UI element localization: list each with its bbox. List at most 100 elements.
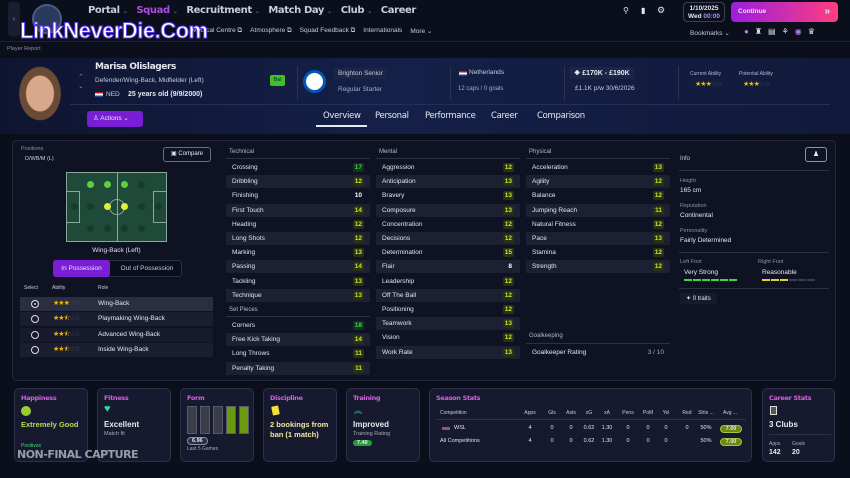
chat-icon[interactable]: ● xyxy=(744,27,749,36)
attribute-row[interactable]: Composure 13 xyxy=(376,203,520,217)
role-radio[interactable] xyxy=(31,345,39,354)
subnav-item[interactable]: Internationals xyxy=(363,27,402,35)
role-row[interactable]: ★★⯪☆☆ Playmaking Wing-Back xyxy=(20,312,213,327)
attribute-row[interactable]: Free Kick Taking 14 xyxy=(226,333,370,347)
attribute-row[interactable]: Finishing 10 xyxy=(226,189,370,202)
role-row[interactable]: ★★⯪☆☆ Inside Wing-Back xyxy=(20,342,213,357)
club-badge[interactable] xyxy=(303,70,326,93)
in-possession-tab[interactable]: In Possession xyxy=(53,260,110,277)
attribute-row[interactable]: Balance 12 xyxy=(526,189,670,202)
nationality[interactable]: Netherlands xyxy=(469,69,504,76)
attribute-row[interactable]: Dribbling 12 xyxy=(226,175,370,189)
attribute-row[interactable]: Agility 12 xyxy=(526,175,670,189)
info-person-button[interactable]: ♟ xyxy=(805,147,827,162)
next-player-arrow[interactable]: ⌄ xyxy=(78,82,84,90)
shirt-icon[interactable]: ♜ xyxy=(755,27,762,36)
attribute-row[interactable]: Aggression 12 xyxy=(376,161,520,174)
role-radio[interactable] xyxy=(31,330,39,339)
back-button[interactable]: ‹ xyxy=(8,2,20,36)
traits-button[interactable]: ✦ 0 traits xyxy=(680,293,717,304)
gear-icon[interactable]: ⚙ xyxy=(657,5,665,16)
role-row[interactable]: ★★⯪☆☆ Advanced Wing-Back xyxy=(20,327,213,342)
bookmark-icon[interactable]: ▮ xyxy=(641,6,645,15)
subnav-item[interactable]: Squad Feedback ⧉ xyxy=(300,27,356,35)
tab-overview[interactable]: Overview xyxy=(323,111,361,121)
attribute-row[interactable]: Determination 15 xyxy=(376,246,520,259)
attribute-row[interactable]: Stamina 12 xyxy=(526,246,670,259)
attribute-row[interactable]: Decisions 12 xyxy=(376,232,520,245)
more-dropdown[interactable]: More ⌄ xyxy=(410,27,432,35)
prev-player-arrow[interactable]: ⌃ xyxy=(78,73,84,81)
form-title: Form xyxy=(187,394,205,402)
right-foot-bar xyxy=(762,279,815,281)
discipline-card[interactable]: Discipline 2 bookings from ban (1 match) xyxy=(263,388,337,462)
tab-comparison[interactable]: Comparison xyxy=(537,111,585,121)
form-rating: 6.96 xyxy=(187,437,208,445)
attribute-row[interactable]: Natural Fitness 12 xyxy=(526,218,670,231)
foot-segment xyxy=(693,279,701,281)
attribute-row[interactable]: Long Shots 12 xyxy=(226,232,370,245)
competition-name[interactable]: WSL xyxy=(454,425,466,431)
attribute-row[interactable]: Tackling 13 xyxy=(226,275,370,288)
attribute-row[interactable]: Technique 13 xyxy=(226,288,370,302)
attribute-row[interactable]: Vision 12 xyxy=(376,331,520,344)
attribute-row[interactable]: Strength 12 xyxy=(526,260,670,274)
tab-personal[interactable]: Personal xyxy=(375,111,409,121)
trophy-icon[interactable]: ♛ xyxy=(808,27,815,36)
attribute-row[interactable]: Heading 12 xyxy=(226,218,370,231)
nav-career[interactable]: Career xyxy=(381,5,417,16)
attribute-row[interactable]: Work Rate 13 xyxy=(376,345,520,359)
attribute-row[interactable]: Off The Ball 12 xyxy=(376,288,520,302)
attribute-row[interactable]: First Touch 14 xyxy=(226,203,370,217)
bookmarks-dropdown[interactable]: Bookmarks ⌄ xyxy=(690,29,730,37)
attribute-row[interactable]: Positioning 12 xyxy=(376,303,520,316)
tab-career[interactable]: Career xyxy=(491,111,518,121)
season-stats-card[interactable]: Season Stats Competition Apps Gls Asts xG xA P… xyxy=(429,388,752,462)
nav-match-day[interactable]: Match Day ⌄ xyxy=(268,5,332,16)
role-radio[interactable] xyxy=(31,300,39,308)
info-divider-2 xyxy=(679,252,829,253)
goalkeeping-divider xyxy=(526,343,670,344)
main-nav: Portal ⌄ Squad ⌄ Recruitment ⌄ Match Day ⌄ Club ⌄… xyxy=(88,5,416,16)
clipboard-icon[interactable]: ▤ xyxy=(768,27,776,36)
attribute-row[interactable]: Crossing 17 xyxy=(226,161,370,174)
scout-icon[interactable]: ◉ xyxy=(795,27,802,36)
attribute-row[interactable]: Pace 13 xyxy=(526,232,670,245)
actions-button[interactable]: ♙ Actions ⌄ xyxy=(87,111,143,127)
attribute-row[interactable]: Penalty Taking 11 xyxy=(226,361,370,375)
nav-squad[interactable]: Squad ⌄ xyxy=(136,5,177,16)
club-name[interactable]: Brighton Senior xyxy=(334,68,387,79)
role-radio[interactable] xyxy=(31,315,39,324)
attribute-row[interactable]: Long Throws 11 xyxy=(226,347,370,360)
compare-button[interactable]: ▣ Compare xyxy=(163,147,211,162)
attribute-row[interactable]: Anticipation 13 xyxy=(376,175,520,189)
search-icon[interactable]: ⚲ xyxy=(623,6,629,15)
nav-recruitment[interactable]: Recruitment ⌄ xyxy=(186,5,259,16)
attribute-row[interactable]: Concentration 12 xyxy=(376,218,520,231)
form-card[interactable]: Form 6.96 Last 5 Games xyxy=(180,388,254,462)
attribute-row[interactable]: Corners 18 xyxy=(226,319,370,332)
nav-club[interactable]: Club ⌄ xyxy=(341,5,372,16)
attribute-row[interactable]: Teamwork 13 xyxy=(376,317,520,331)
attribute-row[interactable]: Marking 13 xyxy=(226,246,370,259)
attribute-row[interactable]: Leadership 12 xyxy=(376,275,520,288)
attribute-row[interactable]: Acceleration 13 xyxy=(526,161,670,174)
attribute-row[interactable]: Jumping Reach 11 xyxy=(526,203,670,217)
subnav-item[interactable]: Atmosphere ⧉ xyxy=(250,27,292,35)
nav-portal[interactable]: Portal ⌄ xyxy=(88,5,128,16)
out-of-possession-tab[interactable]: Out of Possession xyxy=(112,260,182,277)
date-box[interactable]: 1/10/2025 Wed 00:00 xyxy=(683,2,725,22)
attribute-row[interactable]: Bravery 13 xyxy=(376,189,520,202)
competition-name[interactable]: All Competitions xyxy=(440,438,480,444)
attribute-row[interactable]: Flair 8 xyxy=(376,260,520,274)
tag-icon: ❖ xyxy=(574,70,583,77)
tab-performance[interactable]: Performance xyxy=(425,111,476,121)
career-stats-card[interactable]: Career Stats 3 Clubs Apps 142 Goals 20 xyxy=(762,388,835,462)
season-header: Red xyxy=(682,410,692,416)
role-row[interactable]: ★★★☆☆ Wing-Back xyxy=(20,297,213,311)
attribute-value: 14 xyxy=(352,205,364,215)
continue-button[interactable]: Continue » xyxy=(731,2,838,22)
training-card[interactable]: Training ︽ Improved Training Rating 7.40 xyxy=(346,388,420,462)
attribute-row[interactable]: Passing 14 xyxy=(226,260,370,274)
tactics-icon[interactable]: ⚘ xyxy=(782,27,789,36)
